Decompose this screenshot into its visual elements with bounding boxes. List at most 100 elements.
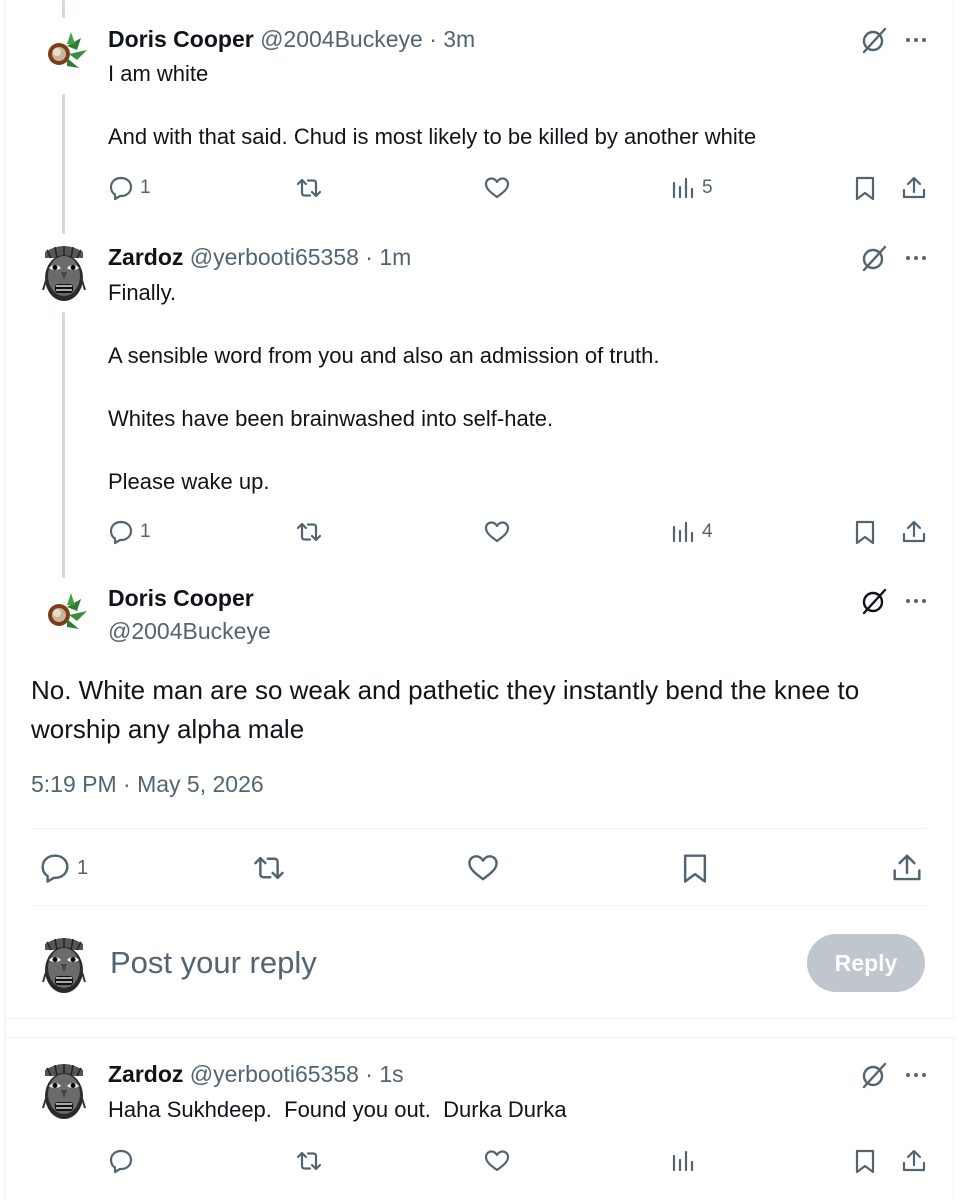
- post-header: Zardoz @yerbooti65358 · 1m: [108, 243, 411, 271]
- post-text: Haha Sukhdeep. Found you out. Durka Durk…: [108, 1094, 567, 1125]
- more-icon[interactable]: [903, 1062, 929, 1088]
- author-handle[interactable]: @yerbooti65358: [190, 244, 359, 270]
- share-button[interactable]: [901, 1145, 927, 1177]
- repost-button[interactable]: [253, 848, 285, 888]
- reply-button[interactable]: 1: [108, 516, 151, 548]
- post-header: Zardoz @yerbooti65358 · 1s: [108, 1060, 404, 1088]
- more-icon[interactable]: [903, 588, 929, 614]
- share-icon: [902, 176, 926, 199]
- post-top-actions: [859, 586, 929, 616]
- like-button[interactable]: [484, 172, 510, 204]
- grok-icon[interactable]: [859, 25, 889, 55]
- views-button[interactable]: 4: [670, 516, 713, 548]
- author-name[interactable]: Doris Cooper: [108, 26, 254, 52]
- more-icon[interactable]: [903, 245, 929, 271]
- post-text: I am white And with that said. Chud is m…: [108, 58, 756, 152]
- share-icon: [902, 1149, 926, 1172]
- divider: [31, 905, 927, 906]
- author-handle[interactable]: @2004Buckeye: [108, 618, 271, 645]
- like-button[interactable]: [484, 1145, 510, 1177]
- share-button[interactable]: [901, 172, 927, 204]
- thread-line: [62, 0, 65, 18]
- bookmark-button[interactable]: [679, 848, 711, 888]
- buckeye-avatar-icon: [48, 593, 87, 629]
- more-icon[interactable]: [903, 27, 929, 53]
- avatar[interactable]: [37, 585, 91, 639]
- reply-composer: Post your reply Reply: [5, 908, 955, 1018]
- thread-line: [62, 312, 65, 578]
- reply-icon: [109, 1149, 133, 1174]
- repost-icon: [254, 856, 284, 880]
- bookmark-button[interactable]: [852, 516, 878, 548]
- main-post-text: No. White man are so weak and pathetic t…: [31, 675, 860, 744]
- post-time[interactable]: 1s: [379, 1061, 403, 1087]
- avatar[interactable]: [33, 1060, 95, 1122]
- view-count: 4: [702, 521, 713, 542]
- reply-button[interactable]: [108, 1145, 134, 1177]
- post-text: Finally. A sensible word from you and al…: [108, 277, 660, 497]
- view-count: 5: [702, 177, 713, 198]
- author-name[interactable]: Zardoz: [108, 1061, 183, 1087]
- grok-icon[interactable]: [859, 1060, 889, 1090]
- post-top-actions: [859, 1060, 929, 1090]
- separator-dot: ·: [422, 26, 444, 52]
- reply-icon: [41, 854, 69, 883]
- reply-input[interactable]: Post your reply: [110, 945, 317, 981]
- post-paragraph: A sensible word from you and also an adm…: [108, 343, 660, 368]
- post-paragraph: And with that said. Chud is most likely …: [108, 124, 757, 149]
- grok-icon[interactable]: [859, 243, 889, 273]
- like-icon: [468, 855, 498, 881]
- post-time[interactable]: 1m: [379, 244, 411, 270]
- separator-dot: ·: [358, 1061, 380, 1087]
- divider: [31, 828, 927, 829]
- bookmark-icon: [855, 520, 875, 545]
- post-timestamp[interactable]: 5:19 PM · May 5, 2026: [31, 771, 264, 798]
- post-paragraph: Finally.: [108, 280, 177, 305]
- reply-icon: [109, 176, 133, 201]
- author-name[interactable]: Zardoz: [108, 244, 183, 270]
- section-divider: [5, 1018, 955, 1036]
- post-time[interactable]: 3m: [443, 26, 475, 52]
- reply-count: 1: [140, 177, 151, 198]
- share-button[interactable]: [891, 848, 923, 888]
- grok-icon[interactable]: [859, 586, 889, 616]
- share-button[interactable]: [901, 516, 927, 548]
- post-paragraph: Haha Sukhdeep. Found you out. Durka Durk…: [108, 1097, 567, 1122]
- bookmark-icon: [855, 1149, 875, 1174]
- bookmark-icon: [855, 176, 875, 201]
- post-header: Doris Cooper @2004Buckeye · 3m: [108, 25, 475, 53]
- author-handle[interactable]: @2004Buckeye: [260, 26, 423, 52]
- post-actions: 1 4: [108, 516, 928, 548]
- avatar[interactable]: [33, 242, 95, 304]
- views-button[interactable]: 5: [670, 172, 713, 204]
- post-paragraph: I am white: [108, 61, 209, 86]
- reply-count: 1: [140, 521, 151, 542]
- bookmark-button[interactable]: [852, 1145, 878, 1177]
- reply-count: 1: [77, 856, 89, 879]
- views-icon: [672, 1150, 694, 1172]
- like-button[interactable]: [467, 848, 499, 888]
- author-name[interactable]: Doris Cooper: [108, 585, 254, 612]
- reply-icon: [109, 520, 133, 545]
- repost-button[interactable]: [296, 172, 322, 204]
- views-button[interactable]: [670, 1145, 696, 1177]
- reply-button[interactable]: 1: [39, 848, 88, 888]
- repost-icon: [296, 522, 322, 542]
- bookmark-icon: [683, 854, 707, 883]
- author-handle[interactable]: @yerbooti65358: [190, 1061, 359, 1087]
- reply-submit-button[interactable]: Reply: [807, 934, 925, 992]
- avatar[interactable]: [37, 24, 91, 78]
- avatar[interactable]: [33, 934, 95, 996]
- repost-icon: [296, 178, 322, 198]
- bookmark-button[interactable]: [852, 172, 878, 204]
- reply-button[interactable]: 1: [108, 172, 151, 204]
- repost-button[interactable]: [296, 516, 322, 548]
- like-button[interactable]: [484, 516, 510, 548]
- conversation-thread: Doris Cooper @2004Buckeye · 3m I am whit…: [4, 0, 955, 1200]
- separator-dot: ·: [358, 244, 380, 270]
- divider: [5, 1037, 955, 1038]
- repost-button[interactable]: [296, 1145, 322, 1177]
- views-icon: [672, 521, 694, 543]
- like-icon: [484, 177, 510, 199]
- post-actions: 1 5: [108, 172, 928, 204]
